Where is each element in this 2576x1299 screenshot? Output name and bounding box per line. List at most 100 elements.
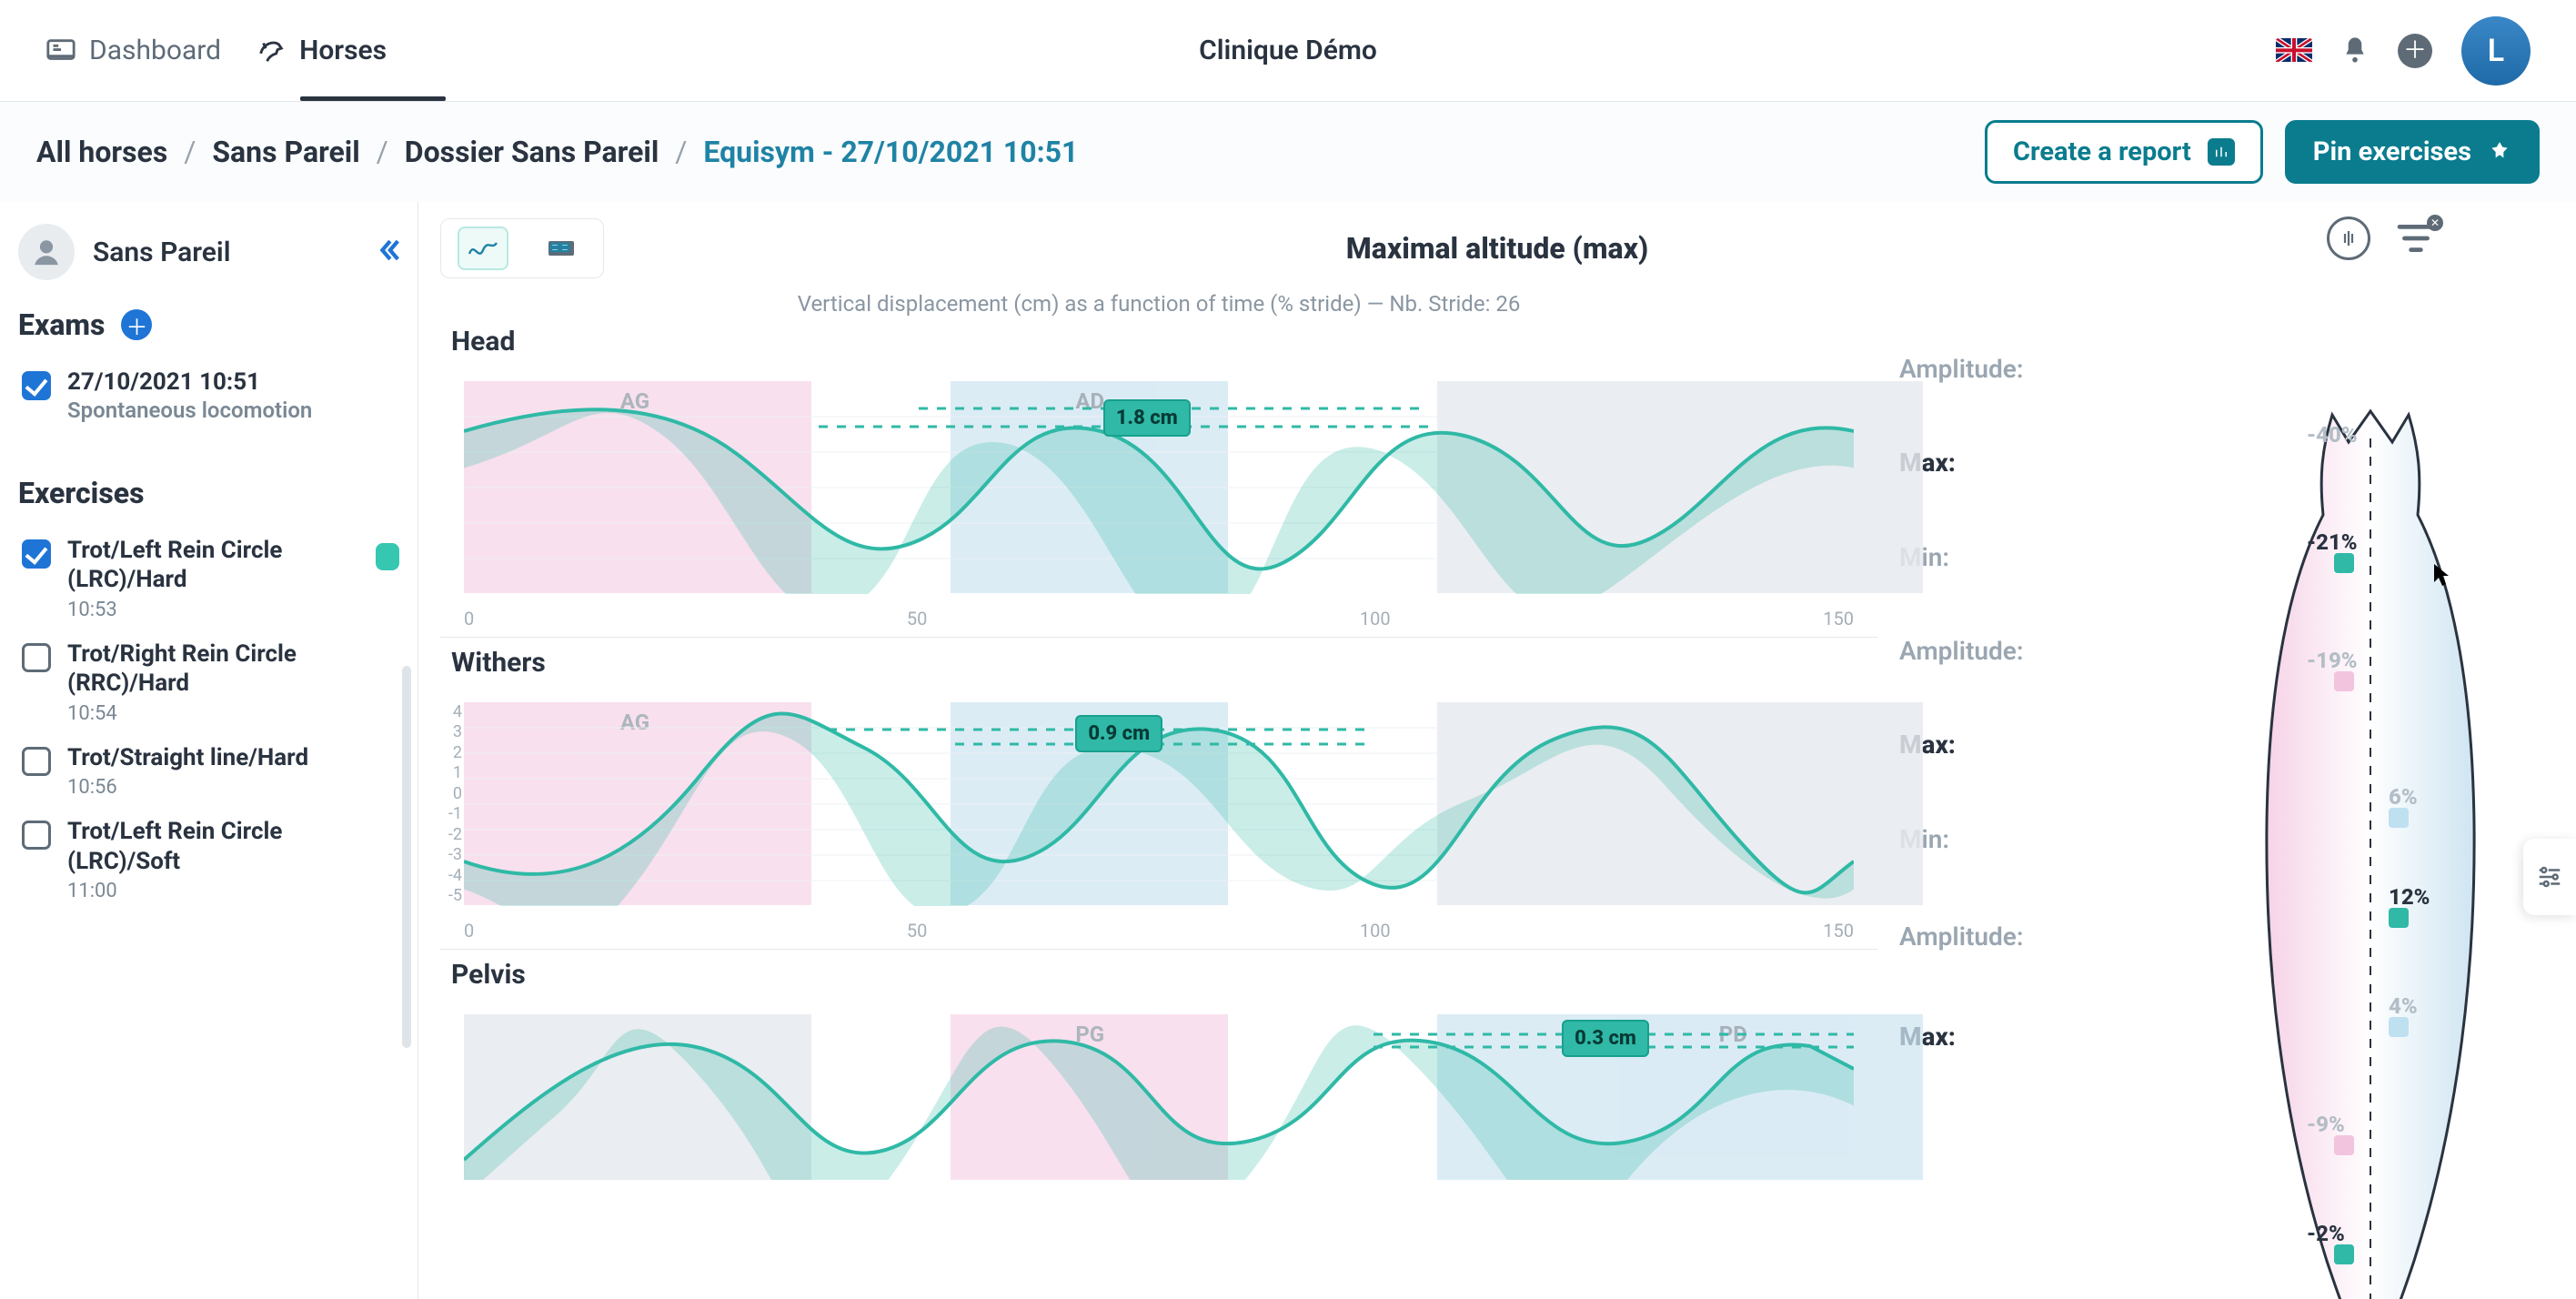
exercise-time: 10:53 <box>67 599 359 621</box>
crumb-actions: Create a report Pin exercises <box>1985 120 2540 184</box>
horse-point-dot <box>2389 1017 2409 1037</box>
exercise-checkbox[interactable] <box>22 747 51 776</box>
chart-subtitle: Vertical displacement (cm) as a function… <box>440 291 1877 317</box>
metric-min: Min: <box>1899 542 2150 572</box>
chart-withers: Withers 43210-1-2-3-4-5 AG <box>440 647 1877 950</box>
horse-avatar-icon <box>18 224 75 280</box>
notifications-icon[interactable] <box>2341 35 2369 66</box>
crumb-sep: / <box>377 135 388 169</box>
pin-exercises-label: Pin exercises <box>2313 136 2471 167</box>
mouse-cursor <box>2432 562 2450 588</box>
horse-point-dot <box>2334 553 2354 573</box>
plot-pelvis[interactable]: PG PD 0.3 cm <box>440 998 1877 1180</box>
exercise-time: 11:00 <box>67 880 399 902</box>
crumb-sep: / <box>184 135 196 169</box>
exam-row[interactable]: 27/10/2021 10:51 Spontaneous locomotion <box>18 358 403 432</box>
exercise-list: Trot/Left Rein Circle (LRC)/Hard10:53Tro… <box>18 527 403 912</box>
app-title: Clinique Démo <box>1199 35 1377 66</box>
nav-left: Dashboard Horses <box>45 35 387 66</box>
crumb-sep: / <box>675 135 687 169</box>
user-avatar[interactable]: L <box>2461 16 2531 86</box>
exams-heading: Exams <box>18 307 105 342</box>
horse-point-label: -2% <box>2307 1221 2345 1246</box>
horse-point-label: 4% <box>2389 993 2418 1019</box>
exercises-section-header: Exercises <box>18 476 403 510</box>
sidebar-header: Sans Pareil <box>18 224 403 280</box>
metrics-head: Amplitude: Max: Min: <box>1899 322 2150 604</box>
horse-point-label: -19% <box>2307 648 2358 673</box>
settings-drawer-tab[interactable] <box>2523 839 2576 915</box>
filter-clear-icon: ✕ <box>2427 215 2443 231</box>
metric-amplitude: Amplitude: <box>1899 354 2150 384</box>
audio-waveform-button[interactable] <box>2327 216 2370 260</box>
exercise-time: 10:56 <box>67 776 308 799</box>
active-tab-underline <box>300 96 446 101</box>
collapse-sidebar-icon[interactable] <box>372 235 403 269</box>
main-toolbar: Maximal altitude (max) ✕ <box>440 216 2554 280</box>
horse-diagram: -40%-21%-19%6%12%4%-9%-2% <box>2207 402 2534 1299</box>
nav-horses[interactable]: Horses <box>256 35 387 66</box>
horse-point-dot <box>2334 1135 2354 1155</box>
metric-max: Max: <box>1899 730 2150 760</box>
view-curves-button[interactable] <box>458 227 508 270</box>
topbar-right: ＋ L <box>2276 16 2531 86</box>
nav-dashboard[interactable]: Dashboard <box>45 35 221 66</box>
breadcrumb-bar: All horses / Sans Pareil / Dossier Sans … <box>0 102 2576 202</box>
exercise-title: Trot/Left Rein Circle (LRC)/Soft <box>67 817 399 876</box>
exam-title: 27/10/2021 10:51 <box>67 368 312 398</box>
horse-point-dot <box>2334 1244 2354 1264</box>
nav-dashboard-label: Dashboard <box>89 35 221 66</box>
sidebar-horse-name: Sans Pareil <box>93 237 231 268</box>
crumb-dossier[interactable]: Dossier Sans Pareil <box>405 135 659 169</box>
create-report-button[interactable]: Create a report <box>1985 120 2263 184</box>
filter-button[interactable]: ✕ <box>2396 222 2436 255</box>
view-table-button[interactable] <box>536 227 587 270</box>
horse-point-dot <box>2389 908 2409 928</box>
chart-head: Head AG AD <box>440 326 1877 638</box>
exercise-checkbox[interactable] <box>22 643 51 672</box>
plot-head[interactable]: AG AD 1.8 cm 0501 <box>440 365 1877 638</box>
pin-icon <box>2488 140 2511 164</box>
metrics-withers: Amplitude: Max: Min: <box>1899 604 2150 886</box>
exercise-time: 10:54 <box>67 702 399 725</box>
main-right-tools: ✕ <box>2327 216 2436 260</box>
chart-pelvis: Pelvis PG PD 0.3 cm <box>440 959 1877 1180</box>
view-toggle-group <box>440 218 604 278</box>
horse-point-dot <box>2389 808 2409 828</box>
charts-left: Head AG AD <box>440 322 1877 1189</box>
exercise-row[interactable]: Trot/Straight line/Hard 10:56 <box>18 734 403 809</box>
metric-max: Max: <box>1899 448 2150 478</box>
exercise-title: Trot/Straight line/Hard <box>67 743 308 773</box>
sidebar-scrollbar[interactable] <box>402 666 411 1048</box>
crumb-all-horses[interactable]: All horses <box>36 135 167 169</box>
exercise-checkbox[interactable] <box>22 539 51 569</box>
metrics-pelvis: Amplitude: Max: <box>1899 886 2150 1086</box>
add-exam-button[interactable]: ＋ <box>121 309 152 340</box>
exercise-title: Trot/Left Rein Circle (LRC)/Hard <box>67 536 359 595</box>
horse-point-dot <box>2334 671 2354 691</box>
pelvis-diff-badge: 0.3 cm <box>1562 1020 1649 1057</box>
report-icon <box>2208 138 2235 166</box>
dashboard-icon <box>45 35 76 66</box>
plot-withers[interactable]: 43210-1-2-3-4-5 AG <box>440 686 1877 950</box>
horse-point-label: -40% <box>2307 422 2358 448</box>
exam-sub: Spontaneous locomotion <box>67 398 312 423</box>
exercise-row[interactable]: Trot/Left Rein Circle (LRC)/Soft 11:00 <box>18 808 403 911</box>
horse-point-label: 12% <box>2389 884 2430 910</box>
withers-diff-badge: 0.9 cm <box>1075 715 1162 752</box>
metric-amplitude: Amplitude: <box>1899 636 2150 666</box>
exercise-checkbox[interactable] <box>22 821 51 850</box>
crumb-horse[interactable]: Sans Pareil <box>212 135 359 169</box>
exercise-row[interactable]: Trot/Right Rein Circle (RRC)/Hard10:54 <box>18 630 403 734</box>
topbar: Dashboard Horses Clinique Démo ＋ L <box>0 0 2576 102</box>
breadcrumb: All horses / Sans Pareil / Dossier Sans … <box>36 135 1078 169</box>
metric-amplitude: Amplitude: <box>1899 921 2150 952</box>
exercise-row[interactable]: Trot/Left Rein Circle (LRC)/Hard 10:53 <box>18 527 403 630</box>
exam-checkbox[interactable] <box>22 371 51 400</box>
pin-exercises-button[interactable]: Pin exercises <box>2285 120 2540 184</box>
chart-withers-title: Withers <box>451 647 1877 679</box>
language-flag-uk[interactable] <box>2276 38 2312 64</box>
yaxis: 43210-1-2-3-4-5 <box>442 702 462 905</box>
exams-section-header: Exams ＋ <box>18 307 403 342</box>
add-icon[interactable]: ＋ <box>2398 34 2432 68</box>
